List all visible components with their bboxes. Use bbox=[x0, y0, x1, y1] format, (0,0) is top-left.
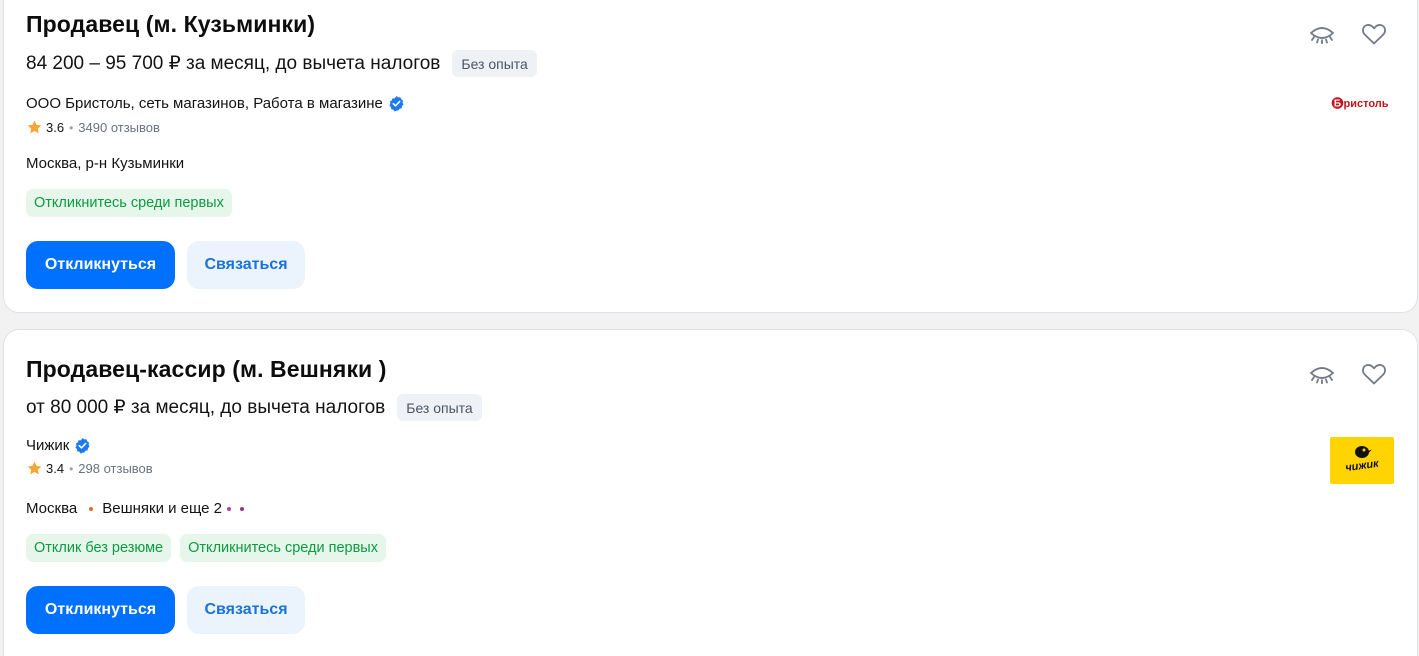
hide-vacancy-icon[interactable] bbox=[1308, 360, 1336, 388]
reviews-count[interactable]: 3490 отзывов bbox=[78, 120, 160, 135]
metro-line-dot bbox=[240, 506, 245, 511]
vacancy-card[interactable]: Продавец-кассир (м. Вешняки ) от 80 000 … bbox=[3, 329, 1418, 656]
salary: 84 200 – 95 700 ₽ за месяц, до вычета на… bbox=[26, 53, 441, 74]
company-row: Чижик bbox=[26, 437, 91, 454]
tag-respond-first: Откликнитесь среди первых bbox=[26, 189, 232, 217]
favorite-heart-icon[interactable] bbox=[1360, 20, 1388, 48]
tag-no-resume: Отклик без резюме bbox=[26, 534, 172, 562]
salary-row: 84 200 – 95 700 ₽ за месяц, до вычета на… bbox=[26, 50, 537, 77]
metro-line-dot bbox=[227, 506, 232, 511]
vacancy-card[interactable]: Продавец (м. Кузьминки) 84 200 – 95 700 … bbox=[3, 0, 1418, 313]
salary: от 80 000 ₽ за месяц, до вычета налогов bbox=[26, 397, 386, 418]
rating-value: 3.4 bbox=[46, 461, 65, 476]
location-city: Москва bbox=[26, 500, 78, 517]
tag-respond-first: Откликнитесь среди первых bbox=[180, 534, 386, 562]
company-logo-bristol: Б ристоль bbox=[1331, 97, 1389, 110]
respond-button[interactable]: Откликнуться bbox=[26, 241, 175, 289]
company-row: ООО Бристоль, сеть магазинов, Работа в м… bbox=[26, 95, 405, 112]
company-logo-chizhik: чижик bbox=[1330, 437, 1394, 484]
star-icon bbox=[27, 461, 42, 475]
contact-button[interactable]: Связаться bbox=[187, 586, 305, 634]
contact-button[interactable]: Связаться bbox=[187, 241, 305, 289]
vacancy-title[interactable]: Продавец (м. Кузьминки) bbox=[26, 11, 315, 38]
salary-row: от 80 000 ₽ за месяц, до вычета налогов … bbox=[26, 394, 482, 421]
location: Москва Вешняки и еще 2 bbox=[26, 500, 245, 517]
separator-dot: • bbox=[69, 461, 74, 476]
action-buttons: Откликнуться Связаться bbox=[26, 586, 305, 634]
tags: Отклик без резюме Откликнитесь среди пер… bbox=[26, 534, 386, 562]
svg-text:Б: Б bbox=[1334, 99, 1341, 110]
experience-badge: Без опыта bbox=[452, 50, 537, 77]
rating-value: 3.6 bbox=[46, 120, 65, 135]
verified-icon bbox=[389, 96, 404, 112]
separator-dot: • bbox=[69, 120, 74, 135]
location: Москва, р-н Кузьминки bbox=[26, 155, 184, 172]
company-name[interactable]: Чижик bbox=[26, 437, 69, 454]
rating-row: 3.6 • 3490 отзывов bbox=[26, 119, 160, 136]
company-name[interactable]: ООО Бристоль, сеть магазинов, Работа в м… bbox=[26, 95, 383, 112]
svg-text:чижик: чижик bbox=[1345, 458, 1381, 475]
svg-text:ристоль: ристоль bbox=[1344, 98, 1389, 110]
hide-vacancy-icon[interactable] bbox=[1308, 20, 1336, 48]
tags: Откликнитесь среди первых bbox=[26, 189, 232, 217]
location-text: Москва, р-н Кузьминки bbox=[26, 155, 185, 172]
rating-row: 3.4 • 298 отзывов bbox=[26, 460, 153, 477]
location-metro: Вешняки и еще 2 bbox=[102, 500, 223, 517]
respond-button[interactable]: Откликнуться bbox=[26, 586, 175, 634]
star-icon bbox=[27, 120, 42, 134]
favorite-heart-icon[interactable] bbox=[1360, 360, 1388, 388]
reviews-count[interactable]: 298 отзывов bbox=[78, 461, 152, 476]
action-buttons: Откликнуться Связаться bbox=[26, 241, 305, 289]
experience-badge: Без опыта bbox=[397, 394, 482, 421]
vacancy-title[interactable]: Продавец-кассир (м. Вешняки ) bbox=[26, 356, 387, 383]
verified-icon bbox=[75, 438, 90, 454]
metro-line-dot bbox=[89, 506, 94, 511]
